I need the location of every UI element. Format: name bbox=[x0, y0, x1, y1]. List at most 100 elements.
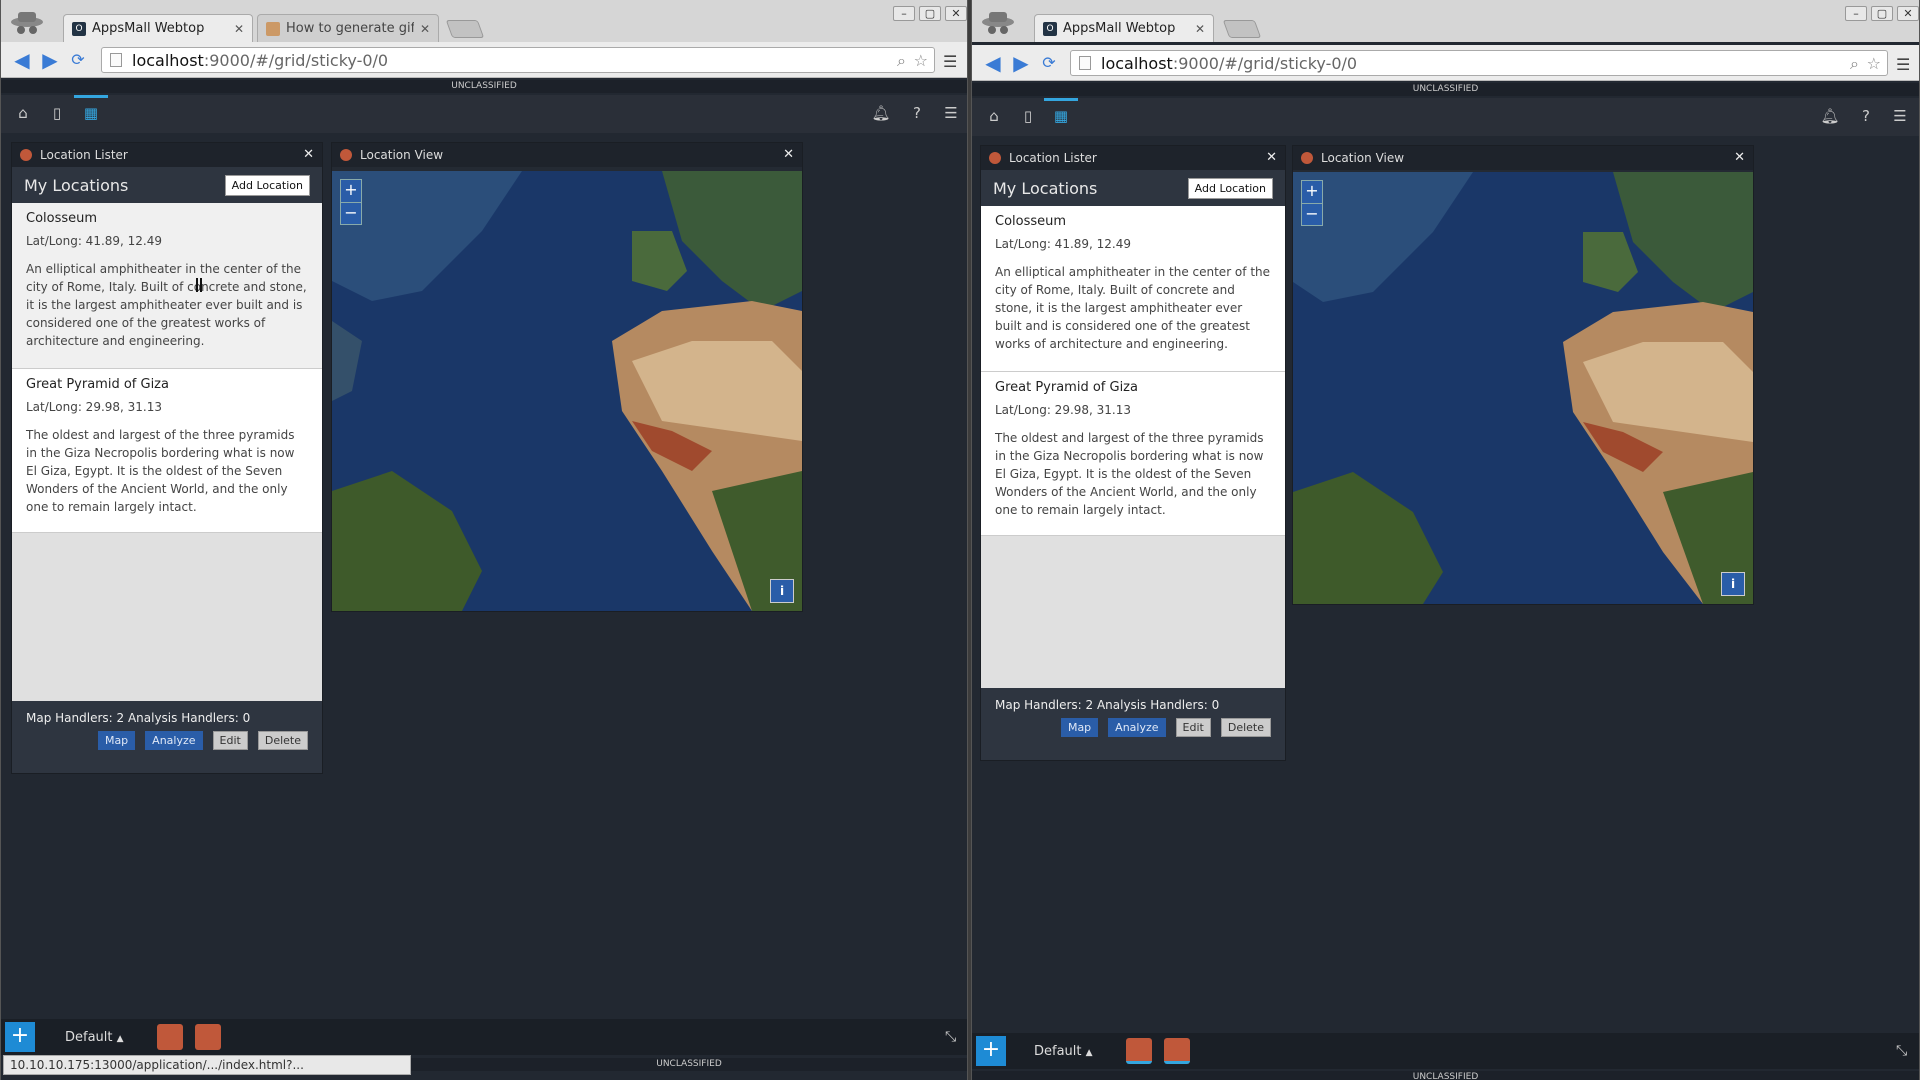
home-icon[interactable]: ⌂ bbox=[984, 107, 1004, 125]
lister-title: My Locations bbox=[24, 175, 129, 195]
page-favicon bbox=[266, 21, 280, 36]
search-icon[interactable]: ⌕ bbox=[1850, 54, 1859, 74]
tab-close-icon[interactable]: ✕ bbox=[234, 22, 244, 36]
tab-appsmall-webtop[interactable]: O AppsMall Webtop ✕ bbox=[1034, 14, 1214, 42]
map-marker-icon[interactable] bbox=[1164, 1038, 1190, 1064]
close-icon[interactable]: ✕ bbox=[303, 147, 314, 162]
list-item[interactable]: Colosseum Lat/Long: 41.89, 12.49 An elli… bbox=[981, 206, 1285, 372]
zoom-out-button[interactable]: − bbox=[1302, 203, 1322, 225]
new-tab-button[interactable] bbox=[445, 20, 485, 38]
address-bar[interactable]: localhost:9000/#/grid/sticky-0/0 ⌕ ☆ bbox=[1070, 50, 1888, 76]
map-button[interactable]: Map bbox=[1060, 718, 1099, 737]
map-button[interactable]: Map bbox=[97, 731, 136, 750]
edit-button[interactable]: Edit bbox=[1175, 718, 1211, 737]
forward-arrow-icon[interactable]: ▶ bbox=[1010, 53, 1032, 73]
forward-arrow-icon[interactable]: ▶ bbox=[39, 50, 61, 70]
bell-icon[interactable]: 🔔︎ bbox=[871, 104, 891, 122]
layout-selector[interactable]: Default ▲ bbox=[1034, 1044, 1093, 1059]
delete-button[interactable]: Delete bbox=[1220, 718, 1271, 737]
hamburger-menu-icon[interactable]: ☰ bbox=[941, 104, 961, 122]
expand-icon[interactable]: ⤡ bbox=[945, 1029, 956, 1045]
satellite-map[interactable]: + − i bbox=[332, 171, 802, 611]
location-list: Colosseum Lat/Long: 41.89, 12.49 An elli… bbox=[12, 203, 322, 701]
crosshair-icon[interactable] bbox=[1126, 1038, 1152, 1064]
bag-icon[interactable]: ▯ bbox=[1018, 107, 1038, 125]
back-arrow-icon[interactable]: ◀ bbox=[982, 53, 1004, 73]
minimize-button[interactable]: – bbox=[893, 6, 915, 21]
zoom-in-button[interactable]: + bbox=[1302, 181, 1322, 203]
analyze-button[interactable]: Analyze bbox=[145, 731, 203, 750]
home-icon[interactable]: ⌂ bbox=[13, 104, 33, 122]
bag-icon[interactable]: ▯ bbox=[47, 104, 67, 122]
list-item[interactable]: Colosseum Lat/Long: 41.89, 12.49 An elli… bbox=[12, 203, 322, 369]
location-view-widget: Location View ✕ + − i bbox=[331, 142, 803, 612]
new-tab-button[interactable] bbox=[1222, 20, 1262, 38]
add-location-button[interactable]: Add Location bbox=[1187, 177, 1273, 199]
active-tab-indicator bbox=[74, 95, 108, 98]
close-icon[interactable]: ✕ bbox=[1734, 150, 1745, 165]
close-window-button[interactable]: ✕ bbox=[945, 6, 967, 21]
classification-banner-bottom: UNCLASSIFIED bbox=[972, 1071, 1919, 1080]
help-icon[interactable]: ? bbox=[1856, 107, 1876, 125]
lister-footer: Map Handlers: 2 Analysis Handlers: 0 Map… bbox=[12, 701, 322, 773]
add-location-button[interactable]: Add Location bbox=[224, 174, 310, 196]
satellite-map[interactable]: + − i bbox=[1293, 172, 1753, 604]
edit-button[interactable]: Edit bbox=[212, 731, 248, 750]
browser-menu-icon[interactable]: ☰ bbox=[943, 52, 957, 71]
add-app-button[interactable]: + bbox=[5, 1022, 35, 1052]
handler-count: Map Handlers: 2 Analysis Handlers: 0 bbox=[995, 698, 1220, 712]
bell-icon[interactable]: 🔔︎ bbox=[1820, 107, 1840, 125]
search-icon[interactable]: ⌕ bbox=[897, 51, 906, 71]
grid-layout-icon[interactable]: ▦ bbox=[1051, 107, 1071, 125]
browser-menu-icon[interactable]: ☰ bbox=[1896, 55, 1910, 74]
star-icon[interactable]: ☆ bbox=[914, 51, 928, 70]
tab-close-icon[interactable]: ✕ bbox=[420, 22, 430, 36]
tab-how-to-generate-gif[interactable]: How to generate gif f ✕ bbox=[257, 14, 439, 42]
widget-header: Location Lister ✕ bbox=[981, 146, 1285, 170]
map-marker-icon[interactable] bbox=[195, 1024, 221, 1050]
analyze-button[interactable]: Analyze bbox=[1108, 718, 1166, 737]
page-icon bbox=[110, 53, 122, 67]
tab-appsmall-webtop[interactable]: O AppsMall Webtop ✕ bbox=[63, 14, 253, 42]
close-icon[interactable]: ✕ bbox=[783, 147, 794, 162]
active-tab-indicator bbox=[1044, 98, 1078, 101]
hamburger-menu-icon[interactable]: ☰ bbox=[1890, 107, 1910, 125]
widget-header: Location View ✕ bbox=[332, 143, 802, 167]
info-button[interactable]: i bbox=[770, 579, 794, 603]
maximize-button[interactable]: ▢ bbox=[919, 6, 941, 21]
help-icon[interactable]: ? bbox=[907, 104, 927, 122]
appsmall-favicon: O bbox=[1043, 21, 1057, 36]
maximize-button[interactable]: ▢ bbox=[1871, 6, 1893, 21]
list-item[interactable]: Great Pyramid of Giza Lat/Long: 29.98, 3… bbox=[12, 369, 322, 533]
map-imagery bbox=[332, 171, 802, 611]
address-bar[interactable]: localhost:9000/#/grid/sticky-0/0 ⌕ ☆ bbox=[101, 47, 935, 73]
add-app-button[interactable]: + bbox=[976, 1036, 1006, 1066]
crosshair-icon[interactable] bbox=[157, 1024, 183, 1050]
app-icon bbox=[989, 152, 1001, 164]
grid-layout-icon[interactable]: ▦ bbox=[81, 104, 101, 122]
tab-close-icon[interactable]: ✕ bbox=[1195, 22, 1205, 36]
expand-icon[interactable]: ⤡ bbox=[1896, 1043, 1907, 1059]
reload-icon[interactable]: ⟳ bbox=[67, 50, 89, 70]
text-cursor bbox=[196, 278, 202, 292]
star-icon[interactable]: ☆ bbox=[1867, 54, 1881, 73]
classification-banner-top: UNCLASSIFIED bbox=[1, 80, 967, 93]
close-window-button[interactable]: ✕ bbox=[1897, 6, 1919, 21]
zoom-in-button[interactable]: + bbox=[341, 180, 361, 202]
incognito-icon bbox=[982, 12, 1014, 34]
zoom-control: + − bbox=[1301, 180, 1323, 226]
location-lister-widget: Location Lister ✕ My Locations Add Locat… bbox=[980, 145, 1286, 761]
zoom-out-button[interactable]: − bbox=[341, 202, 361, 224]
list-item[interactable]: Great Pyramid of Giza Lat/Long: 29.98, 3… bbox=[981, 372, 1285, 536]
back-arrow-icon[interactable]: ◀ bbox=[11, 50, 33, 70]
close-icon[interactable]: ✕ bbox=[1266, 150, 1277, 165]
app-icon bbox=[20, 149, 32, 161]
reload-icon[interactable]: ⟳ bbox=[1038, 53, 1060, 73]
layout-selector[interactable]: Default ▲ bbox=[65, 1030, 124, 1045]
map-marker-icon bbox=[340, 149, 352, 161]
status-bar-url: 10.10.10.175:13000/application/.../index… bbox=[3, 1055, 411, 1075]
tab-strip: O AppsMall Webtop ✕ How to generate gif … bbox=[1, 0, 967, 42]
delete-button[interactable]: Delete bbox=[257, 731, 308, 750]
info-button[interactable]: i bbox=[1721, 572, 1745, 596]
minimize-button[interactable]: – bbox=[1845, 6, 1867, 21]
